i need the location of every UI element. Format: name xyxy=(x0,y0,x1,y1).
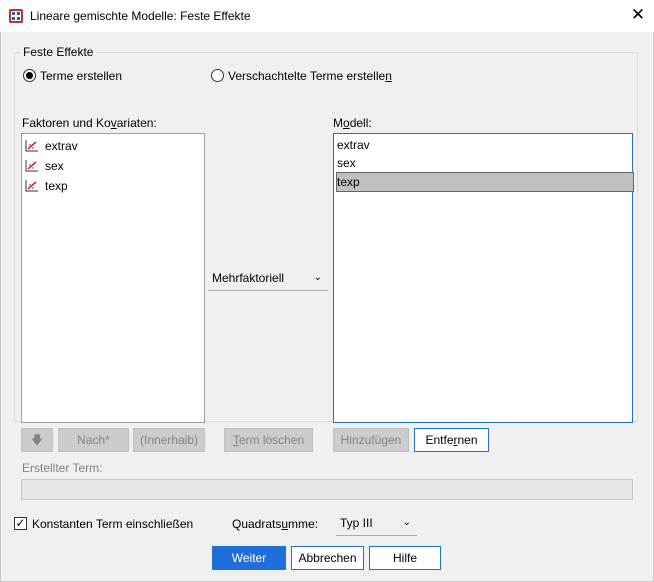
list-item[interactable]: texp xyxy=(25,177,68,195)
clear-term-button[interactable]: Term löschen xyxy=(224,428,313,452)
window-title: Lineare gemischte Modelle: Feste Effekte xyxy=(30,9,251,23)
term-type-dropdown[interactable]: Mehrfaktoriell ⌄ xyxy=(208,267,328,291)
scale-variable-icon xyxy=(25,140,38,152)
factors-list[interactable]: extrav sex texp xyxy=(21,133,205,423)
cancel-button[interactable]: Abbrechen xyxy=(291,546,364,570)
scale-variable-icon xyxy=(25,180,38,192)
move-down-button[interactable]: 🡇 xyxy=(21,428,53,452)
list-item[interactable]: sex xyxy=(25,157,64,175)
nested-terms-label[interactable]: Verschachtelte Terme erstellen xyxy=(228,69,392,83)
list-item[interactable]: sex xyxy=(337,154,356,172)
spss-app-icon xyxy=(9,9,23,23)
factors-label: Faktoren und Kovariaten: xyxy=(22,116,157,130)
built-term-field xyxy=(21,479,633,500)
continue-button[interactable]: Weiter xyxy=(212,546,286,570)
include-intercept-label[interactable]: Konstanten Term einschließen xyxy=(32,517,193,531)
arrow-down-icon: 🡇 xyxy=(30,433,44,447)
by-button[interactable]: Nach* xyxy=(58,428,129,452)
sum-of-squares-label: Quadratsumme: xyxy=(232,517,319,531)
help-button[interactable]: Hilfe xyxy=(369,546,441,570)
remove-button[interactable]: Entfernen xyxy=(414,428,489,452)
nested-terms-radio[interactable] xyxy=(211,69,224,82)
build-terms-label[interactable]: Terme erstellen xyxy=(40,69,122,83)
term-type-value: Mehrfaktoriell xyxy=(212,271,285,285)
close-icon[interactable]: ✕ xyxy=(626,4,650,28)
list-item[interactable]: extrav xyxy=(337,136,370,154)
model-list[interactable]: extrav sex texp xyxy=(333,133,634,423)
group-title: Feste Effekte xyxy=(20,45,97,59)
chevron-down-icon: ⌄ xyxy=(313,272,322,283)
built-term-label: Erstellter Term: xyxy=(22,461,103,475)
sum-of-squares-value: Typ III xyxy=(340,516,373,530)
sum-of-squares-dropdown[interactable]: Typ III ⌄ xyxy=(336,512,417,536)
list-item-selected[interactable]: texp xyxy=(336,172,634,192)
model-label: Modell: xyxy=(333,116,372,130)
add-button[interactable]: Hinzufügen xyxy=(333,428,409,452)
within-button[interactable]: (Innerhalb) xyxy=(133,428,205,452)
chevron-down-icon: ⌄ xyxy=(402,517,411,528)
scale-variable-icon xyxy=(25,160,38,172)
include-intercept-checkbox[interactable]: ✓ xyxy=(14,517,27,530)
list-item[interactable]: extrav xyxy=(25,137,78,155)
title-bar: Lineare gemischte Modelle: Feste Effekte… xyxy=(0,0,654,32)
build-terms-radio[interactable] xyxy=(23,69,36,82)
